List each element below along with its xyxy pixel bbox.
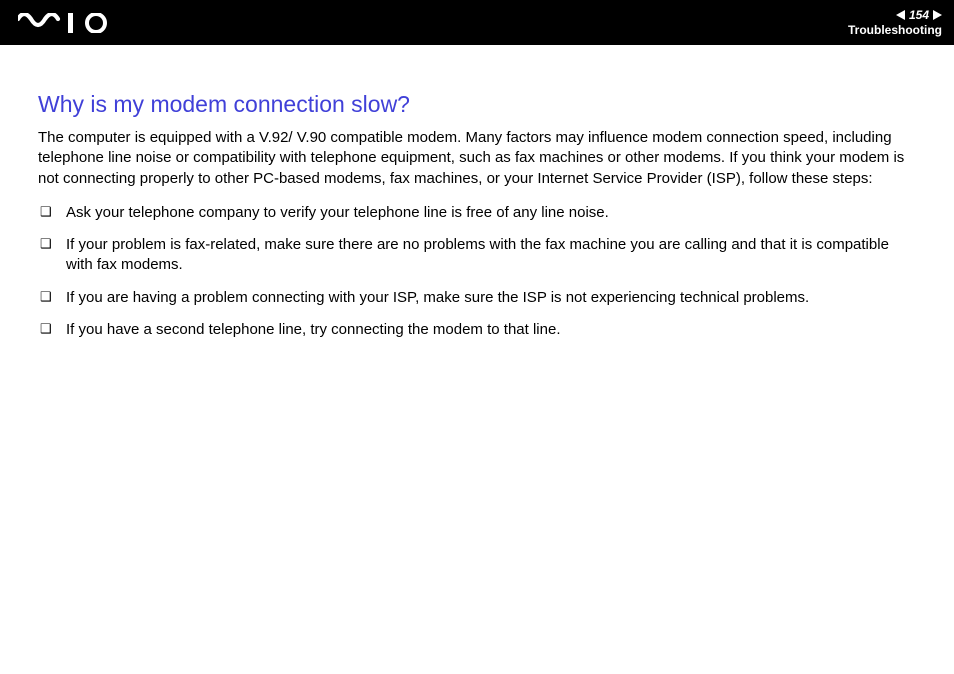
prev-page-icon[interactable] <box>896 10 905 20</box>
list-item: If you are having a problem connecting w… <box>66 288 916 308</box>
list-item: If you have a second telephone line, try… <box>66 320 916 340</box>
next-page-icon[interactable] <box>933 10 942 20</box>
page-content: Why is my modem connection slow? The com… <box>0 45 954 340</box>
list-item: If your problem is fax-related, make sur… <box>66 235 916 276</box>
list-item: Ask your telephone company to verify you… <box>66 203 916 223</box>
steps-list: Ask your telephone company to verify you… <box>38 203 916 340</box>
section-label: Troubleshooting <box>848 23 942 37</box>
header-right: 154 Troubleshooting <box>848 8 942 37</box>
page-heading: Why is my modem connection slow? <box>38 91 916 118</box>
vaio-logo-svg <box>18 13 114 33</box>
vaio-logo <box>18 0 114 45</box>
intro-paragraph: The computer is equipped with a V.92/ V.… <box>38 128 916 189</box>
header-bar: 154 Troubleshooting <box>0 0 954 45</box>
page-number: 154 <box>909 8 929 22</box>
page-navigator: 154 <box>896 8 942 22</box>
